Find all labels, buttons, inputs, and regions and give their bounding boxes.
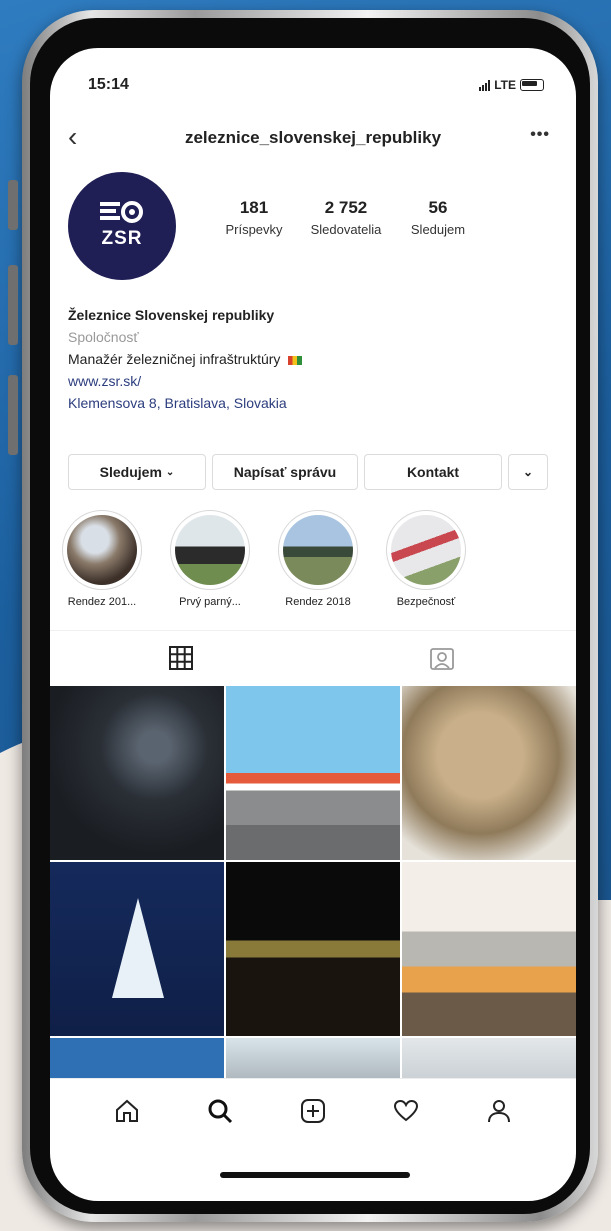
highlight-label: Rendez 201... xyxy=(67,596,137,608)
following-button[interactable]: Sledujem ⌄ xyxy=(68,454,206,490)
highlight-ring xyxy=(170,510,250,590)
profile-tabs xyxy=(50,630,576,687)
profile-name: Železnice Slovenskej republiky xyxy=(68,307,275,323)
following-button-label: Sledujem xyxy=(99,464,162,480)
tagged-icon[interactable] xyxy=(428,645,458,671)
avatar-logo-text: ZSR xyxy=(101,228,143,249)
ellipsis-icon[interactable]: ••• xyxy=(530,126,550,144)
profile-description: Manažér železničnej infraštruktúry xyxy=(68,351,281,367)
post-thumbnail[interactable] xyxy=(50,686,224,860)
christmas-tree-graphic xyxy=(112,898,164,998)
profile-actions: Sledujem ⌄ Napísať správu Kontakt ⌄ xyxy=(68,454,558,490)
highlight-thumbnail xyxy=(67,515,137,585)
message-button[interactable]: Napísať správu xyxy=(212,454,358,490)
heart-icon[interactable] xyxy=(389,1094,423,1128)
avatar[interactable]: ZSR xyxy=(68,172,176,280)
profile-header: ‹ zeleznice_slovenskej_republiky ••• xyxy=(50,122,576,158)
stat-posts[interactable]: 181 Príspevky xyxy=(208,198,300,237)
contact-button[interactable]: Kontakt xyxy=(364,454,502,490)
stat-value: 181 xyxy=(239,198,269,217)
highlight-thumbnail xyxy=(283,515,353,585)
search-icon[interactable] xyxy=(203,1094,237,1128)
profile-stats: 181 Príspevky 2 752 Sledovatelia 56 Sled… xyxy=(208,198,484,237)
highlight-ring xyxy=(62,510,142,590)
profile-username: zeleznice_slovenskej_republiky xyxy=(184,128,442,147)
profile-description-line: Manažér železničnej infraštruktúry xyxy=(68,348,558,370)
profile-website[interactable]: www.zsr.sk/ xyxy=(68,370,558,392)
stat-label: Príspevky xyxy=(225,222,283,237)
profile-address[interactable]: Klemensova 8, Bratislava, Slovakia xyxy=(68,392,558,414)
signal-icon xyxy=(479,79,491,91)
chevron-down-icon: ⌄ xyxy=(522,465,534,479)
post-grid xyxy=(50,686,576,1084)
profile-category: Spoločnosť xyxy=(68,329,139,345)
stat-value: 2 752 xyxy=(324,198,368,217)
stat-label: Sledovatelia xyxy=(310,222,382,237)
status-bar: 15:14 LTE xyxy=(88,76,544,96)
stat-followers[interactable]: 2 752 Sledovatelia xyxy=(300,198,392,237)
home-indicator xyxy=(220,1172,410,1178)
mute-switch xyxy=(8,180,18,230)
profile-icon[interactable] xyxy=(482,1094,516,1128)
highlight-thumbnail xyxy=(175,515,245,585)
post-thumbnail[interactable] xyxy=(226,686,400,860)
highlight-item[interactable]: Prvý parný... xyxy=(170,510,250,608)
highlight-item[interactable]: Rendez 2018 xyxy=(278,510,358,608)
highlight-thumbnail xyxy=(391,515,461,585)
highlight-ring xyxy=(278,510,358,590)
network-type: LTE xyxy=(494,78,516,92)
home-icon[interactable] xyxy=(110,1094,144,1128)
phone-screen: 15:14 LTE ‹ zeleznice_slovenskej_republi… xyxy=(50,48,576,1201)
stat-value: 56 xyxy=(428,198,448,217)
new-post-icon[interactable] xyxy=(296,1094,330,1128)
suggestions-button[interactable]: ⌄ xyxy=(508,454,548,490)
highlight-ring xyxy=(386,510,466,590)
stat-following[interactable]: 56 Sledujem xyxy=(392,198,484,237)
zsr-logo-icon xyxy=(100,201,143,223)
grid-icon[interactable] xyxy=(168,645,198,671)
bottom-nav xyxy=(50,1078,576,1142)
highlight-item[interactable]: Rendez 201... xyxy=(62,510,142,608)
post-thumbnail[interactable] xyxy=(402,686,576,860)
volume-up-button xyxy=(8,265,18,345)
battery-icon xyxy=(520,79,544,91)
highlight-label: Rendez 2018 xyxy=(285,596,351,608)
highlight-item[interactable]: Bezpečnosť xyxy=(386,510,466,608)
post-thumbnail[interactable] xyxy=(402,862,576,1036)
status-indicators: LTE xyxy=(479,78,544,92)
chevron-down-icon: ⌄ xyxy=(165,466,175,478)
profile-bio: Železnice Slovenskej republiky Spoločnos… xyxy=(68,304,558,414)
post-thumbnail[interactable] xyxy=(226,862,400,1036)
highlight-label: Bezpečnosť xyxy=(396,596,456,608)
stat-label: Sledujem xyxy=(410,222,466,237)
volume-down-button xyxy=(8,375,18,455)
post-thumbnail[interactable] xyxy=(50,862,224,1036)
story-highlights: Rendez 201... Prvý parný... Rendez 2018 … xyxy=(62,510,466,608)
flag-icon xyxy=(288,355,303,365)
highlight-label: Prvý parný... xyxy=(179,596,241,608)
clock: 15:14 xyxy=(88,76,129,93)
